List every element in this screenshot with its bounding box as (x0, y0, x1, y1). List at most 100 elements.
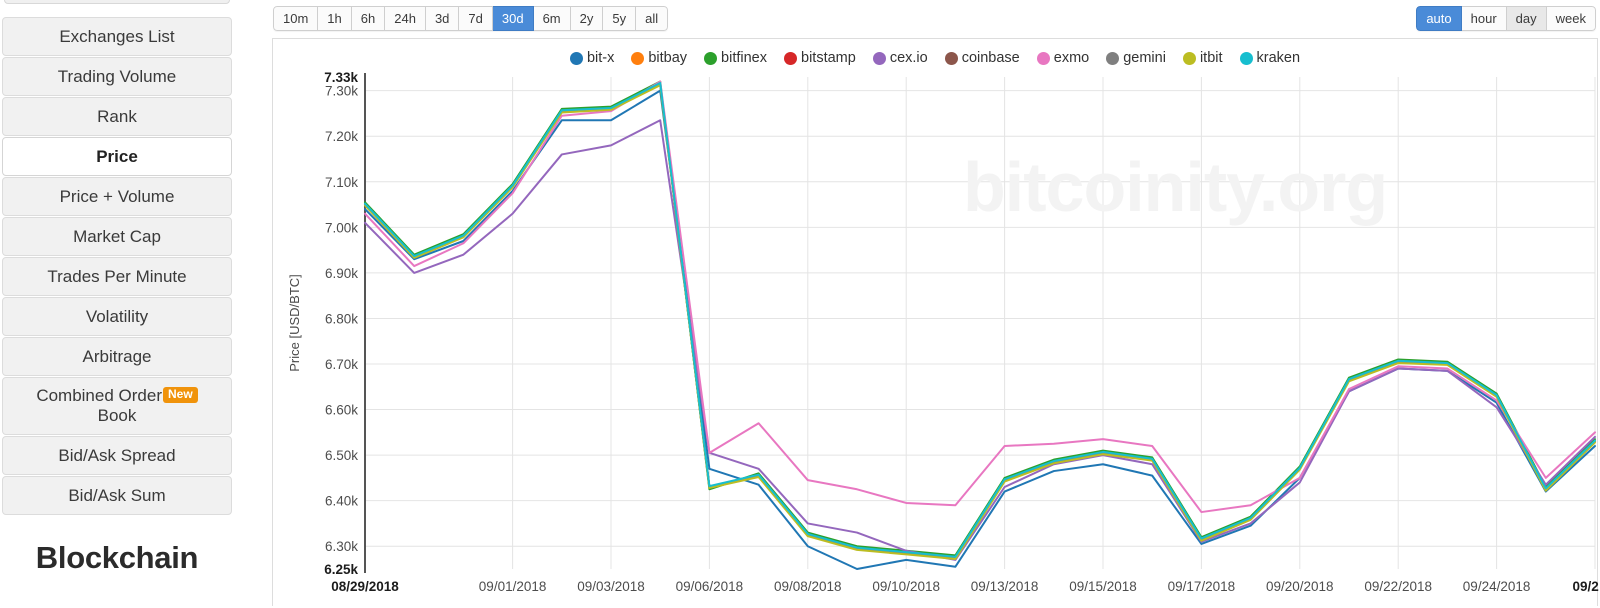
legend-label: kraken (1256, 50, 1301, 66)
sidebar-item-label: Bid/Ask Spread (58, 445, 176, 465)
legend-color-dot-icon (1182, 51, 1196, 65)
y-axis: 7.33k7.30k7.20k7.10k7.00k6.90k6.80k6.70k… (287, 70, 366, 577)
legend-label: bitfinex (721, 50, 767, 66)
y-axis-tick-label: 7.10k (325, 175, 358, 190)
legend-color-dot-icon (1036, 51, 1050, 65)
x-axis-tick-label: 09/22/2018 (1364, 579, 1432, 594)
legend-label: coinbase (961, 50, 1020, 66)
legend-item-gemini[interactable]: gemini (1106, 50, 1166, 66)
range-button-10m[interactable]: 10m (273, 6, 319, 31)
y-axis-tick-label: 6.30k (325, 539, 358, 554)
sidebar-section-heading: Blockchain (35, 540, 199, 575)
series-line-bitbay (364, 82, 1596, 559)
legend-item-bitfinex[interactable]: bitfinex (704, 50, 767, 66)
legend-item-coinbase[interactable]: coinbase (944, 50, 1020, 66)
plot-area: bitcoinity.org 7.33k 7.30k 7.20k 7.10k 7.00k… (273, 69, 1599, 607)
legend-item-kraken[interactable]: kraken (1239, 50, 1301, 66)
y-axis-tick-label: 6.90k (325, 266, 358, 281)
sidebar-item-label: Market Cap (73, 226, 161, 246)
y-axis-tick-label: 7.20k (325, 129, 358, 144)
legend-color-dot-icon (704, 51, 718, 65)
range-button-7d[interactable]: 7d (459, 6, 493, 31)
legend-color-dot-icon (872, 51, 886, 65)
new-badge: New (162, 386, 198, 404)
y-axis-tick-label: 6.60k (325, 403, 358, 418)
legend-item-bitstamp[interactable]: bitstamp (784, 50, 856, 66)
legend-color-dot-icon (1239, 51, 1253, 65)
range-button-3d[interactable]: 3d (425, 6, 460, 31)
sidebar-item-label: Rank (97, 106, 137, 126)
series-line-bitstamp (364, 82, 1596, 559)
sidebar-item-arbitrage[interactable]: Arbitrage (2, 337, 232, 376)
sidebar-item-combined-order-book[interactable]: Combined Order New Book (2, 377, 232, 435)
x-axis-tick-label: 09/20/2018 (1266, 579, 1334, 594)
sidebar-item-label: Arbitrage (82, 346, 152, 366)
sidebar-item-price[interactable]: Price (2, 137, 232, 176)
series-line-cex-io (364, 119, 1596, 561)
series-line-exmo (364, 80, 1596, 514)
legend-color-dot-icon (569, 51, 583, 65)
sidebar-item-price-volume[interactable]: Price + Volume (2, 177, 232, 216)
legend-label: bitbay (648, 50, 688, 66)
range-button-all[interactable]: all (636, 6, 669, 31)
chart-legend: bit-x bitbay bitfinex bitstamp cex.io coinbas… (273, 50, 1597, 66)
sidebar-item-label: Volatility (85, 306, 149, 326)
legend-label: gemini (1123, 50, 1166, 66)
interval-button-auto[interactable]: auto (1416, 6, 1462, 31)
x-axis-tick-label: 09/03/2018 (577, 579, 645, 594)
sidebar-item-label: Exchanges List (59, 26, 175, 46)
range-button-24h[interactable]: 24h (385, 6, 426, 31)
price-line-chart[interactable]: 7.33k7.30k7.20k7.10k7.00k6.90k6.80k6.70k… (273, 69, 1599, 607)
range-button-5y[interactable]: 5y (603, 6, 637, 31)
sidebar-item-label: Price + Volume (59, 186, 175, 206)
range-button-6h[interactable]: 6h (351, 6, 386, 31)
x-axis-tick-label: 09/08/2018 (774, 579, 842, 594)
sidebar-item-label: Price (96, 146, 138, 166)
legend-color-dot-icon (944, 51, 958, 65)
legend-item-exmo[interactable]: exmo (1036, 50, 1089, 66)
series-line-coinbase (364, 82, 1596, 559)
interval-button-hour[interactable]: hour (1461, 6, 1507, 31)
sidebar-item-market-cap[interactable]: Market Cap (2, 217, 232, 256)
y-axis-tick-label: 6.50k (325, 448, 358, 463)
legend-label: bit-x (586, 50, 615, 66)
sidebar-item-bid-ask-sum[interactable]: Bid/Ask Sum (2, 476, 232, 515)
sidebar-item-trading-volume[interactable]: Trading Volume (2, 57, 232, 96)
range-button-1h[interactable]: 1h (318, 6, 352, 31)
y-axis-tick-label: 6.40k (325, 494, 358, 509)
sidebar-item-exchanges-list[interactable]: Exchanges List (2, 17, 232, 56)
sidebar-item-label: Combined Order (36, 386, 162, 406)
y-axis-tick-label: 6.25k (324, 562, 358, 577)
y-axis-tick-label: 7.00k (325, 220, 358, 235)
legend-label: cex.io (889, 50, 928, 66)
sidebar-item-trades-per-minute[interactable]: Trades Per Minute (2, 257, 232, 296)
legend-color-dot-icon (631, 51, 645, 65)
sidebar-item-partial-top[interactable] (4, 0, 230, 4)
legend-color-dot-icon (784, 51, 797, 65)
interval-button-day[interactable]: day (1506, 6, 1547, 31)
legend-item-bit-x[interactable]: bit-x (569, 50, 615, 66)
series-line-bit-x (364, 89, 1596, 570)
interval-button-week[interactable]: week (1546, 6, 1596, 31)
sidebar-item-rank[interactable]: Rank (2, 97, 232, 136)
sidebar-item-volatility[interactable]: Volatility (2, 297, 232, 336)
sidebar-item-bid-ask-spread[interactable]: Bid/Ask Spread (2, 436, 232, 475)
legend-label: bitstamp (801, 50, 856, 66)
sidebar-item-line-1: Combined Order New (36, 386, 198, 406)
y-axis-tick-label: 7.30k (325, 84, 358, 99)
range-button-30d[interactable]: 30d (492, 6, 534, 31)
sidebar-item-label: Bid/Ask Sum (68, 485, 166, 505)
legend-item-bitbay[interactable]: bitbay (631, 50, 687, 66)
x-axis-tick-label: 09/06/2018 (676, 579, 744, 594)
x-axis-tick-label: 09/10/2018 (872, 579, 940, 594)
legend-item-itbit[interactable]: itbit (1182, 50, 1223, 66)
x-axis: 08/29/2018 09/01/2018 09/03/2018 09/06/2018… (331, 579, 1599, 594)
series-line-kraken (364, 81, 1596, 558)
range-button-2y[interactable]: 2y (570, 6, 604, 31)
y-axis-tick-label: 6.80k (325, 311, 358, 326)
legend-item-cex-io[interactable]: cex.io (872, 50, 928, 66)
main-panel: 10m 1h 6h 24h 3d 7d 30d 6m 2y 5y all auto hour day we… (270, 0, 1600, 608)
range-button-6m[interactable]: 6m (533, 6, 571, 31)
interval-button-group: auto hour day week (1416, 6, 1596, 31)
sidebar-item-line-2: Book (97, 406, 137, 425)
